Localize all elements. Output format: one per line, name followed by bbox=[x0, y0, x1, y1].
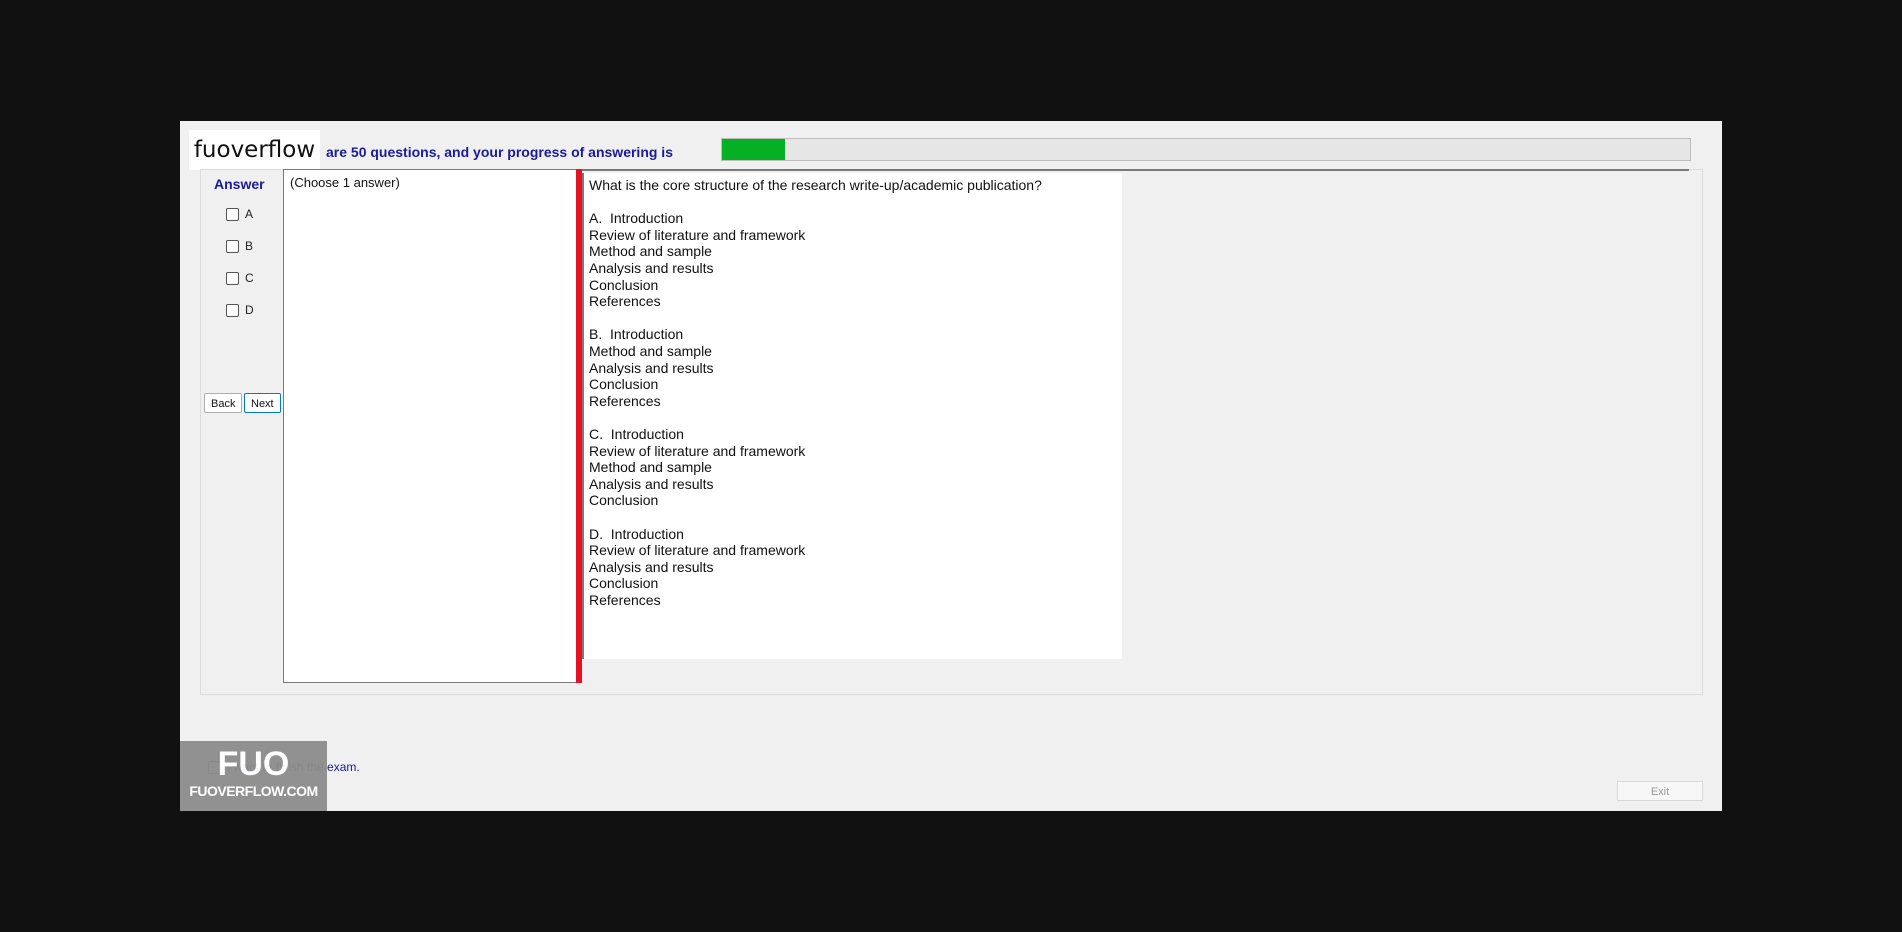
question-line: Conclusion bbox=[589, 376, 659, 393]
question-line: Method and sample bbox=[589, 243, 712, 260]
option-label: C bbox=[245, 271, 254, 285]
progress-label: are 50 questions, and your progress of a… bbox=[326, 144, 673, 160]
question-line: D. Introduction bbox=[589, 525, 684, 542]
next-button[interactable]: Next bbox=[244, 393, 281, 413]
question-line: Analysis and results bbox=[589, 359, 714, 376]
question-line: References bbox=[589, 592, 661, 608]
checkbox-icon[interactable] bbox=[226, 271, 239, 285]
question-panel: What is the core structure of the resear… bbox=[582, 169, 1689, 683]
exit-button[interactable]: Exit bbox=[1617, 781, 1703, 801]
checkbox-icon[interactable] bbox=[226, 207, 239, 221]
question-line: Analysis and results bbox=[589, 260, 714, 276]
logo-mark: FUO bbox=[217, 745, 290, 783]
question-line: Analysis and results bbox=[589, 475, 714, 492]
back-button[interactable]: Back bbox=[204, 393, 243, 413]
site-logo: FUO FUOVERFLOW.COM bbox=[180, 741, 327, 811]
question-line: Conclusion bbox=[589, 492, 659, 509]
exam-window: fuoverflow are 50 questions, and your pr… bbox=[180, 121, 1722, 811]
question-line: Analysis and results bbox=[589, 558, 714, 575]
option-c-checkbox[interactable]: C bbox=[226, 270, 254, 286]
option-label: D bbox=[245, 303, 254, 317]
watermark-label: fuoverflow bbox=[189, 130, 320, 170]
question-line: Conclusion bbox=[589, 575, 659, 592]
question-line: Review of literature and framework bbox=[589, 542, 806, 559]
option-d-checkbox[interactable]: D bbox=[226, 302, 254, 318]
logo-site: FUOVERFLOW.COM bbox=[189, 783, 318, 799]
question-line: A. Introduction bbox=[589, 210, 684, 227]
checkbox-icon[interactable] bbox=[226, 303, 239, 317]
question-line: Method and sample bbox=[589, 343, 712, 359]
question-line: References bbox=[589, 293, 661, 310]
question-text-area: What is the core structure of the resear… bbox=[582, 173, 1122, 659]
option-label: B bbox=[245, 239, 254, 253]
question-line: Method and sample bbox=[589, 459, 712, 476]
question-stem: What is the core structure of the resear… bbox=[589, 177, 1042, 193]
option-b-checkbox[interactable]: B bbox=[226, 238, 253, 254]
question-line: Review of literature and framework bbox=[589, 442, 806, 459]
option-label: A bbox=[245, 207, 254, 221]
choose-hint: (Choose 1 answer) bbox=[290, 175, 400, 190]
option-a-checkbox[interactable]: A bbox=[226, 206, 253, 222]
choose-panel: (Choose 1 answer) bbox=[283, 169, 580, 683]
question-line: Review of literature and framework bbox=[589, 226, 806, 243]
progress-fill bbox=[722, 139, 785, 160]
question-line: Conclusion bbox=[589, 276, 659, 293]
question-line: B. Introduction bbox=[589, 326, 684, 343]
question-line: References bbox=[589, 392, 661, 409]
checkbox-icon[interactable] bbox=[226, 239, 239, 253]
progress-bar bbox=[721, 138, 1691, 161]
question-line: C. Introduction bbox=[589, 426, 684, 442]
answer-title: Answer bbox=[214, 176, 265, 192]
